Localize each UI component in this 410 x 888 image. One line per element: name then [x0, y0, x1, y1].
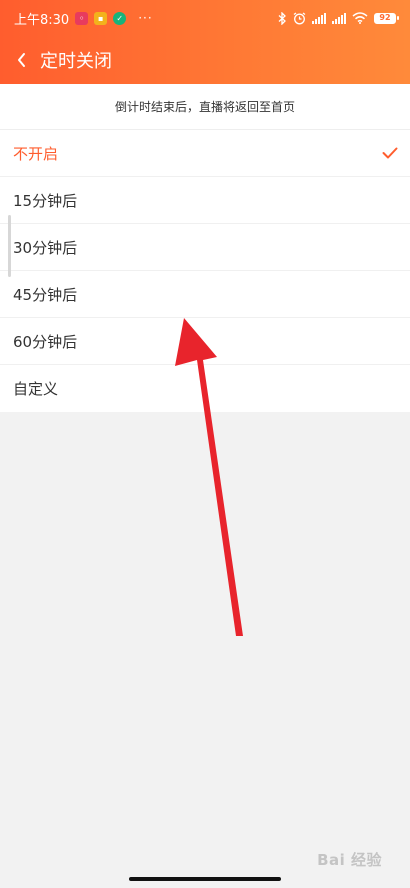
status-bar: 上午8:30 ◦ ▪ ✓ ··· 92: [0, 0, 410, 36]
checkmark-icon: [382, 147, 398, 159]
scroll-indicator: [8, 215, 11, 277]
back-button[interactable]: [2, 40, 42, 80]
status-right: 92: [278, 11, 399, 25]
alarm-icon: [293, 11, 306, 24]
signal-icon: [332, 12, 346, 24]
option-label: 45分钟后: [13, 285, 78, 304]
option-45-min[interactable]: 45分钟后: [0, 271, 410, 318]
wifi-icon: [352, 12, 368, 24]
notice-text: 倒计时结束后，直播将返回至首页: [0, 84, 410, 130]
more-notifications-icon: ···: [138, 11, 153, 25]
option-60-min[interactable]: 60分钟后: [0, 318, 410, 365]
option-label: 不开启: [13, 144, 59, 163]
option-off[interactable]: 不开启: [0, 130, 410, 177]
nav-bar: 定时关闭: [0, 40, 410, 80]
option-custom[interactable]: 自定义: [0, 365, 410, 412]
home-indicator[interactable]: [129, 877, 281, 881]
option-label: 15分钟后: [13, 191, 78, 210]
notification-app-icon: ✓: [113, 11, 127, 25]
watermark: Bai 经验: [317, 851, 382, 869]
signal-icon: [312, 12, 326, 24]
option-15-min[interactable]: 15分钟后: [0, 177, 410, 224]
option-label: 60分钟后: [13, 332, 78, 351]
battery-icon: 92: [374, 12, 399, 24]
option-label: 30分钟后: [13, 238, 78, 257]
notification-app-icon: ◦: [75, 11, 89, 25]
chevron-left-icon: [18, 53, 25, 67]
timer-options-list: 不开启 15分钟后 30分钟后 45分钟后 60分钟后 自定义: [0, 130, 410, 412]
bluetooth-icon: [278, 11, 286, 25]
status-left: 上午8:30 ◦ ▪ ✓ ···: [14, 9, 153, 28]
option-label: 自定义: [13, 380, 59, 398]
option-30-min[interactable]: 30分钟后: [0, 224, 410, 271]
notification-app-icon: ▪: [94, 11, 108, 25]
page-title: 定时关闭: [40, 51, 112, 72]
status-time: 上午8:30: [14, 12, 70, 28]
header: 上午8:30 ◦ ▪ ✓ ··· 92 定时关闭: [0, 0, 410, 84]
